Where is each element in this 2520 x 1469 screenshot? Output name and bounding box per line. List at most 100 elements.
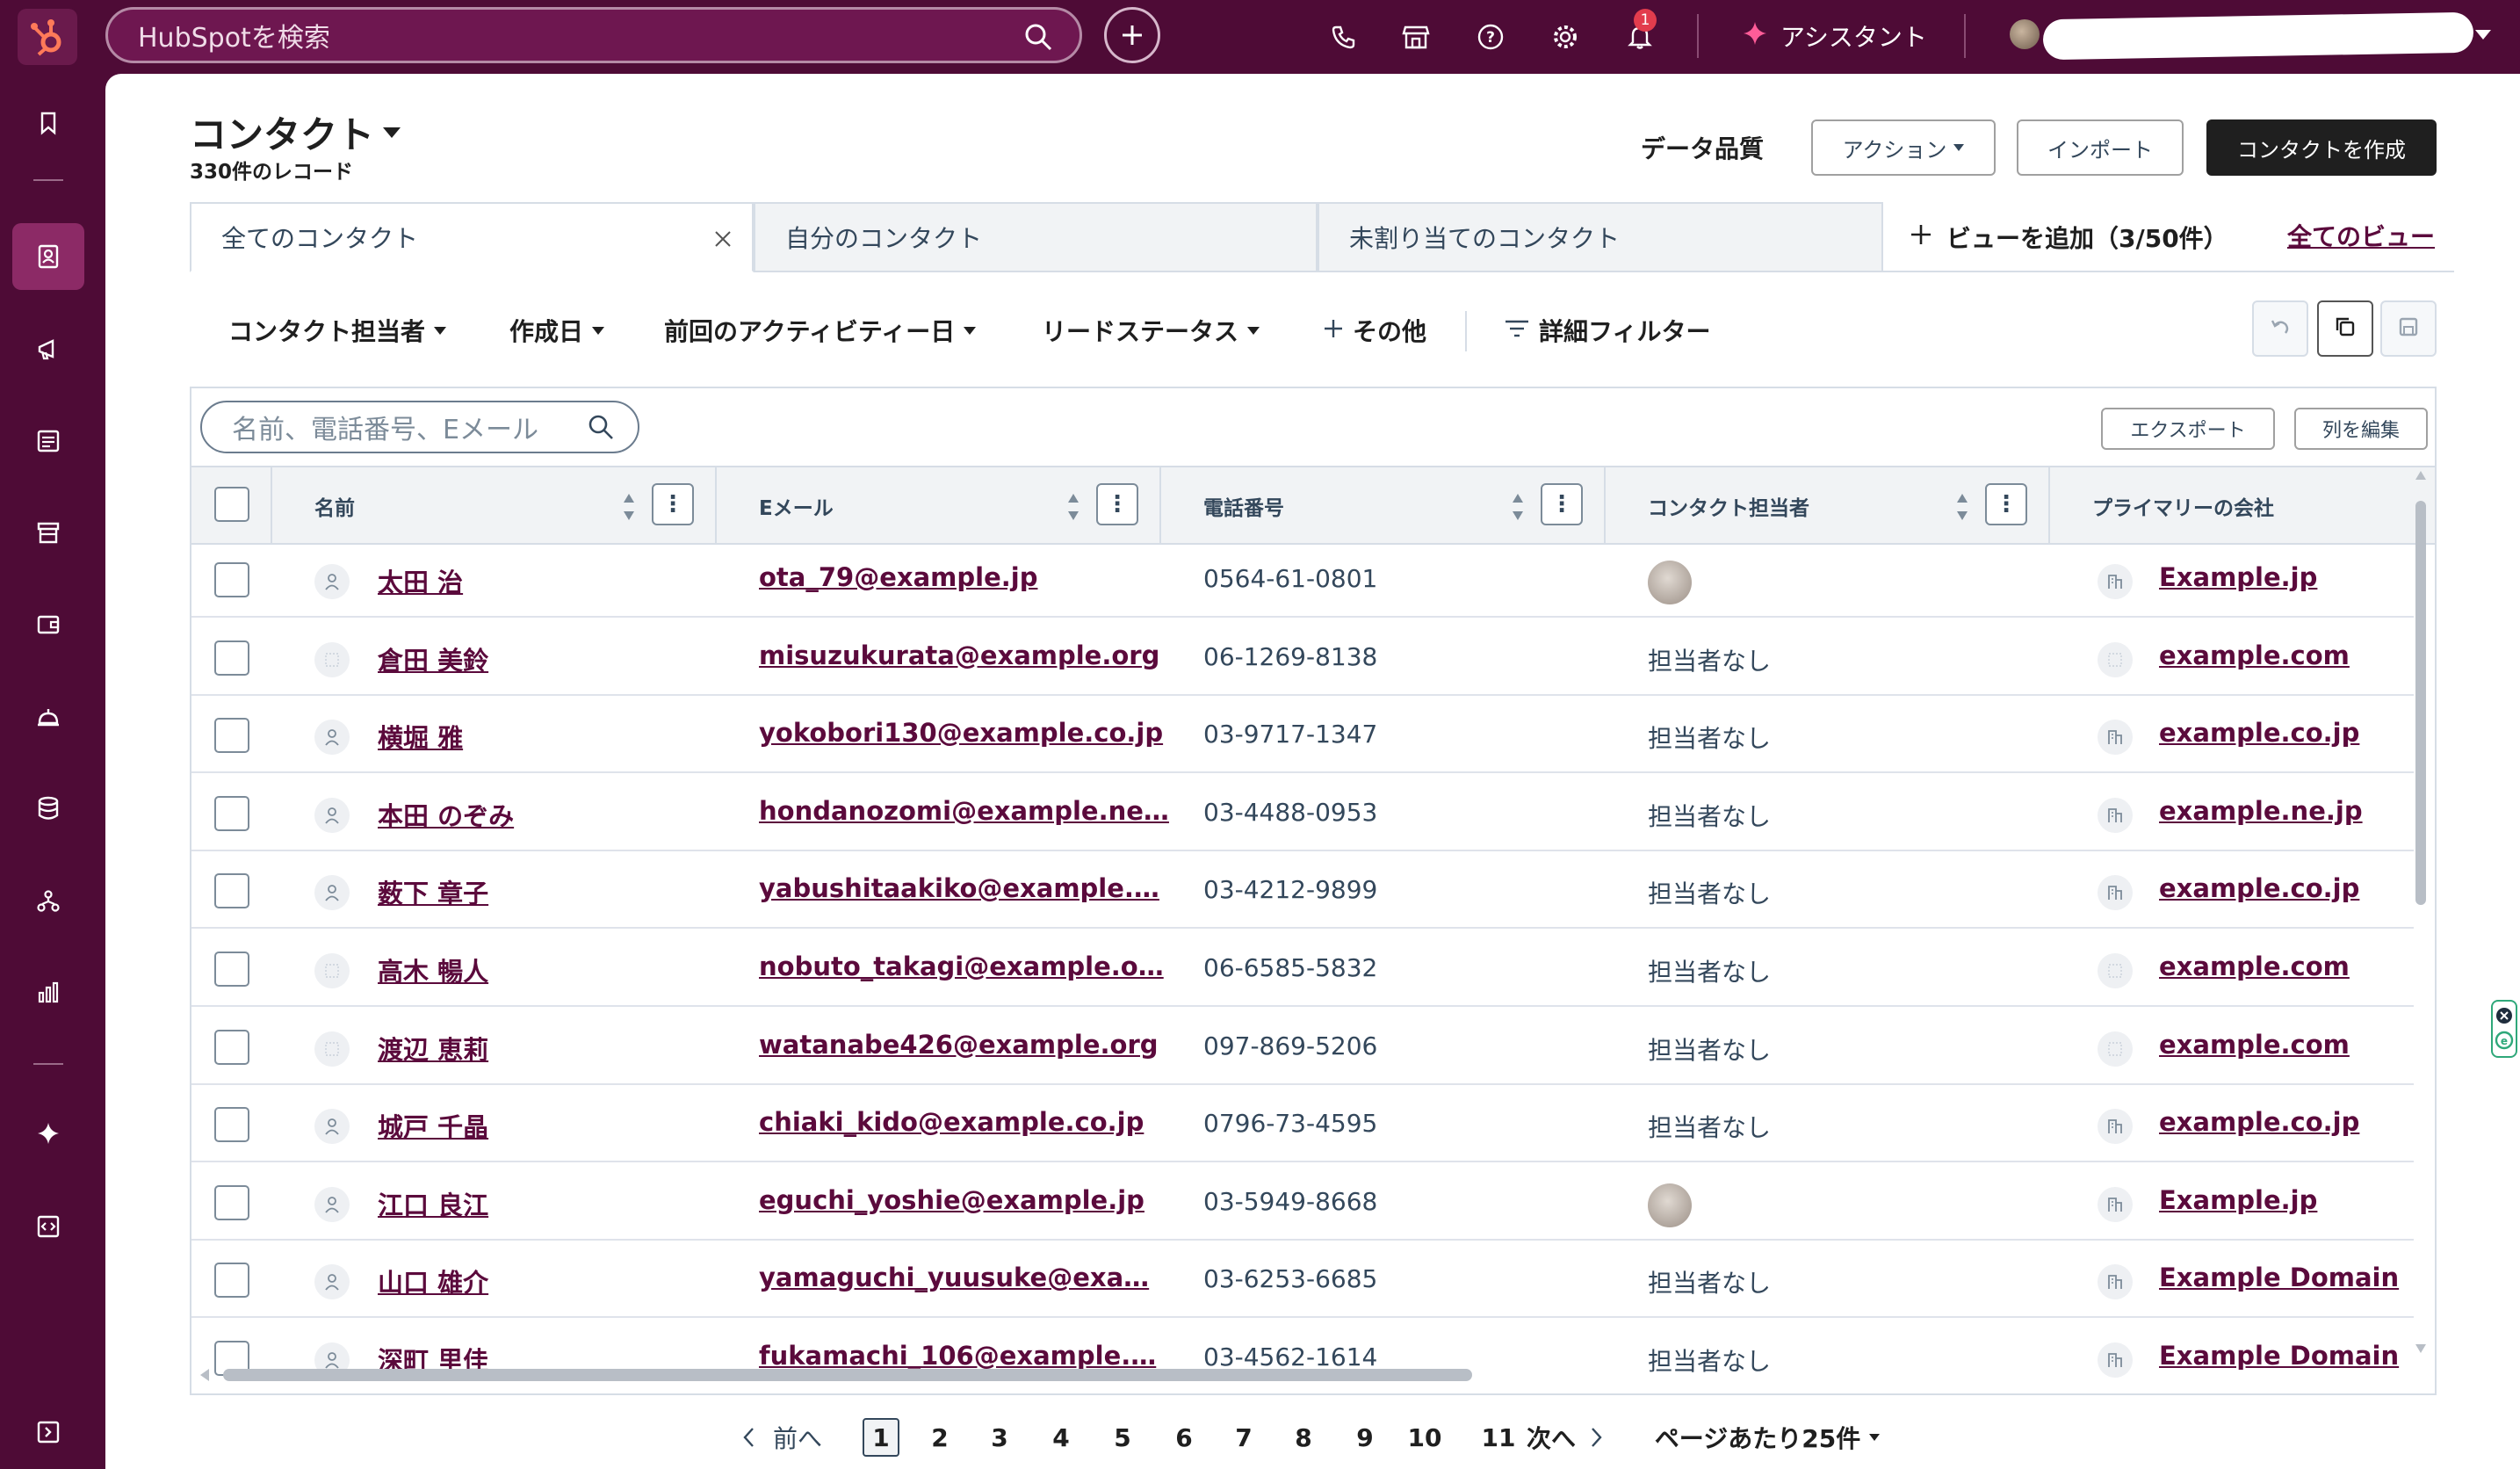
hubspot-logo-icon[interactable] bbox=[18, 9, 77, 65]
email-link[interactable]: nobuto_takagi@example.o… bbox=[759, 952, 1164, 981]
email-link[interactable]: watanabe426@example.org bbox=[759, 1030, 1159, 1060]
contact-name-link[interactable]: 江口 良江 bbox=[378, 1185, 488, 1222]
email-link[interactable]: misuzukurata@example.org bbox=[759, 640, 1159, 670]
email-link[interactable]: eguchi_yoshie@example.jp bbox=[759, 1185, 1144, 1215]
row-checkbox[interactable] bbox=[214, 795, 249, 831]
column-header-company[interactable]: プライマリーの会社 bbox=[2092, 467, 2274, 545]
reporting-chart-icon[interactable] bbox=[12, 959, 84, 1026]
row-checkbox[interactable] bbox=[214, 1107, 249, 1143]
contact-name-link[interactable]: 渡辺 恵莉 bbox=[378, 1030, 488, 1067]
row-checkbox[interactable] bbox=[214, 1263, 249, 1299]
row-checkbox[interactable] bbox=[214, 1029, 249, 1065]
page-number-button[interactable]: 6 bbox=[1166, 1418, 1202, 1457]
owner-avatar[interactable] bbox=[1648, 561, 1692, 604]
horizontal-scrollbar[interactable] bbox=[223, 1369, 1472, 1381]
data-database-icon[interactable] bbox=[12, 775, 84, 842]
object-selector[interactable]: コンタクト bbox=[190, 105, 401, 159]
export-button[interactable]: エクスポート bbox=[2101, 408, 2275, 450]
breeze-sparkle-icon[interactable] bbox=[12, 1100, 84, 1167]
import-button[interactable]: インポート bbox=[2017, 119, 2184, 176]
company-link[interactable]: Example.jp bbox=[2159, 1185, 2317, 1215]
column-header-email[interactable]: Eメール bbox=[759, 467, 834, 545]
column-options-kebab-icon[interactable]: ⋮ bbox=[1985, 483, 2027, 525]
content-icon[interactable] bbox=[12, 408, 84, 474]
column-header-owner[interactable]: コンタクト担当者 bbox=[1648, 467, 1809, 545]
company-link[interactable]: example.ne.jp bbox=[2159, 796, 2363, 826]
email-link[interactable]: yamaguchi_yuusuke@exa… bbox=[759, 1263, 1149, 1292]
add-view-button[interactable]: ビューを追加（3/50件） bbox=[1910, 220, 2228, 255]
column-header-phone[interactable]: 電話番号 bbox=[1203, 467, 1284, 545]
developer-code-icon[interactable] bbox=[12, 1193, 84, 1260]
scroll-down-icon[interactable] bbox=[2414, 1342, 2428, 1355]
scroll-left-icon[interactable] bbox=[199, 1367, 211, 1383]
column-header-name[interactable]: 名前 bbox=[314, 467, 355, 545]
sort-icon[interactable] bbox=[1066, 492, 1080, 522]
scroll-up-icon[interactable] bbox=[2414, 469, 2428, 481]
page-number-button[interactable]: 4 bbox=[1043, 1418, 1079, 1457]
reset-view-button[interactable] bbox=[2252, 300, 2308, 357]
commerce-icon[interactable] bbox=[12, 499, 84, 566]
company-link[interactable]: Example Domain bbox=[2159, 1341, 2399, 1371]
per-page-select[interactable]: ページあたり25件 bbox=[1653, 1418, 1881, 1457]
global-search-input[interactable]: HubSpotを検索 bbox=[105, 7, 1082, 63]
vertical-scrollbar[interactable] bbox=[2415, 501, 2426, 905]
company-link[interactable]: example.com bbox=[2159, 1030, 2350, 1060]
marketplace-icon[interactable] bbox=[1397, 18, 1435, 56]
owner-avatar[interactable] bbox=[1648, 1183, 1692, 1227]
filter-create-date[interactable]: 作成日 bbox=[509, 313, 605, 348]
close-icon[interactable] bbox=[713, 225, 733, 256]
page-number-button[interactable]: 11 bbox=[1477, 1418, 1520, 1457]
column-options-kebab-icon[interactable]: ⋮ bbox=[652, 483, 694, 525]
select-all-checkbox[interactable] bbox=[214, 487, 249, 522]
tab-my-contacts[interactable]: 自分のコンタクト bbox=[754, 202, 1318, 272]
actions-button[interactable]: アクション bbox=[1811, 119, 1996, 176]
page-number-button[interactable]: 9 bbox=[1347, 1418, 1383, 1457]
filter-last-activity[interactable]: 前回のアクティビティー日 bbox=[664, 313, 977, 348]
page-number-button[interactable]: 5 bbox=[1105, 1418, 1140, 1457]
row-checkbox[interactable] bbox=[214, 718, 249, 754]
floating-widget[interactable]: e bbox=[2491, 1000, 2517, 1058]
contact-name-link[interactable]: 薮下 章子 bbox=[378, 873, 488, 910]
contact-name-link[interactable]: 横堀 雅 bbox=[378, 718, 463, 755]
contact-name-link[interactable]: 山口 雄介 bbox=[378, 1263, 488, 1299]
assistant-button[interactable]: アシスタント bbox=[1742, 16, 1927, 56]
contacts-icon[interactable] bbox=[12, 223, 84, 290]
sales-wallet-icon[interactable] bbox=[12, 590, 84, 657]
contact-name-link[interactable]: 城戸 千晶 bbox=[378, 1107, 488, 1144]
sort-icon[interactable] bbox=[1955, 492, 1969, 522]
company-link[interactable]: example.com bbox=[2159, 640, 2350, 670]
row-checkbox[interactable] bbox=[214, 873, 249, 909]
page-number-button[interactable]: 2 bbox=[922, 1418, 957, 1457]
settings-gear-icon[interactable] bbox=[1546, 18, 1585, 56]
save-as-new-view-button[interactable] bbox=[2317, 300, 2373, 357]
expand-sidebar-icon[interactable] bbox=[12, 1399, 84, 1465]
page-number-button[interactable]: 1 bbox=[863, 1418, 899, 1457]
data-quality-link[interactable]: データ品質 bbox=[1641, 130, 1764, 165]
edit-columns-button[interactable]: 列を編集 bbox=[2294, 408, 2428, 450]
email-link[interactable]: chiaki_kido@example.co.jp bbox=[759, 1107, 1144, 1137]
row-checkbox[interactable] bbox=[214, 640, 249, 676]
company-link[interactable]: example.co.jp bbox=[2159, 1107, 2359, 1137]
prev-page-button[interactable]: 前へ bbox=[769, 1418, 826, 1457]
row-checkbox[interactable] bbox=[214, 1184, 249, 1220]
create-contact-button[interactable]: コンタクトを作成 bbox=[2206, 119, 2437, 176]
contact-name-link[interactable]: 太田 治 bbox=[378, 562, 463, 599]
email-link[interactable]: yokobori130@example.co.jp bbox=[759, 718, 1163, 748]
email-link[interactable]: yabushitaakiko@example.… bbox=[759, 873, 1159, 903]
page-number-button[interactable]: 3 bbox=[982, 1418, 1017, 1457]
contact-name-link[interactable]: 高木 暢人 bbox=[378, 952, 488, 988]
chevron-right-icon[interactable] bbox=[1583, 1418, 1609, 1457]
page-number-button[interactable]: 10 bbox=[1404, 1418, 1446, 1457]
tab-unassigned-contacts[interactable]: 未割り当てのコンタクト bbox=[1318, 202, 1883, 272]
page-number-button[interactable]: 8 bbox=[1286, 1418, 1321, 1457]
contact-name-link[interactable]: 倉田 美鈴 bbox=[378, 640, 488, 677]
advanced-filters-button[interactable]: 詳細フィルター bbox=[1504, 313, 1710, 348]
company-link[interactable]: example.com bbox=[2159, 952, 2350, 981]
help-icon[interactable]: ? bbox=[1471, 18, 1510, 56]
account-menu-chevron-down-icon[interactable] bbox=[2475, 30, 2491, 40]
sort-icon[interactable] bbox=[622, 492, 636, 522]
service-bell-icon[interactable] bbox=[12, 684, 84, 750]
chevron-left-icon[interactable] bbox=[736, 1418, 762, 1457]
company-link[interactable]: Example.jp bbox=[2159, 562, 2317, 592]
email-link[interactable]: fukamachi_106@example.… bbox=[759, 1341, 1156, 1371]
